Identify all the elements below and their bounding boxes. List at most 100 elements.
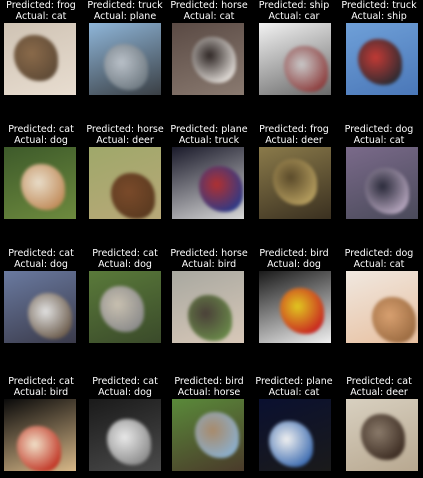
image-subject: [280, 288, 324, 334]
sample-cell: Predicted: cat Actual: dog: [0, 124, 82, 219]
sample-image: [4, 271, 76, 343]
sample-image: [4, 399, 76, 471]
image-subject: [372, 297, 416, 343]
actual-label: Actual: deer: [265, 135, 323, 146]
predicted-label: Predicted: horse: [170, 0, 248, 11]
image-subject: [104, 44, 148, 90]
predicted-label: Predicted: cat: [8, 124, 74, 135]
sample-cell: Predicted: dog Actual: cat: [338, 248, 420, 343]
actual-label: Actual: deer: [350, 387, 408, 398]
sample-image: [346, 271, 418, 343]
image-subject: [273, 159, 317, 205]
sample-cell: Predicted: frog Actual: cat: [0, 0, 82, 95]
sample-image: [346, 23, 418, 95]
predicted-label: Predicted: frog: [6, 0, 76, 11]
sample-image: [172, 147, 244, 219]
image-subject: [111, 173, 155, 219]
image-subject: [284, 46, 328, 92]
sample-image: [89, 271, 161, 343]
image-subject: [192, 37, 236, 83]
sample-cell: Predicted: frog Actual: deer: [253, 124, 335, 219]
sample-cell: Predicted: horse Actual: cat: [168, 0, 250, 95]
sample-image: [89, 399, 161, 471]
predicted-label: Predicted: cat: [8, 248, 74, 259]
predicted-label: Predicted: plane: [255, 376, 333, 387]
sample-image: [89, 147, 161, 219]
predicted-label: Predicted: cat: [92, 376, 158, 387]
sample-image: [172, 271, 244, 343]
sample-cell: Predicted: cat Actual: dog: [84, 248, 166, 343]
sample-cell: Predicted: truck Actual: plane: [84, 0, 166, 95]
actual-label: Actual: bird: [13, 387, 69, 398]
sample-cell: Predicted: plane Actual: truck: [168, 124, 250, 219]
actual-label: Actual: truck: [178, 135, 240, 146]
actual-label: Actual: plane: [93, 11, 157, 22]
predicted-label: Predicted: ship: [258, 0, 330, 11]
actual-label: Actual: horse: [177, 387, 241, 398]
actual-label: Actual: cat: [268, 387, 320, 398]
predicted-label: Predicted: cat: [346, 376, 412, 387]
sample-image: [89, 23, 161, 95]
predicted-label: Predicted: dog: [344, 124, 414, 135]
sample-cell: Predicted: cat Actual: dog: [0, 248, 82, 343]
sample-image: [346, 147, 418, 219]
predicted-label: Predicted: dog: [344, 248, 414, 259]
predicted-label: Predicted: bird: [174, 376, 244, 387]
predicted-label: Predicted: truck: [87, 0, 163, 11]
sample-image: [259, 399, 331, 471]
image-subject: [14, 35, 58, 81]
actual-label: Actual: dog: [14, 259, 68, 270]
sample-cell: Predicted: cat Actual: dog: [84, 376, 166, 471]
predicted-label: Predicted: horse: [170, 248, 248, 259]
actual-label: Actual: car: [268, 11, 320, 22]
predicted-label: Predicted: bird: [259, 248, 329, 259]
sample-image: [172, 399, 244, 471]
prediction-grid: Predicted: frog Actual: cat Predicted: tru…: [0, 0, 423, 478]
image-subject: [358, 39, 402, 85]
image-subject: [269, 421, 313, 467]
sample-cell: Predicted: cat Actual: deer: [338, 376, 420, 471]
actual-label: Actual: dog: [98, 387, 152, 398]
predicted-label: Predicted: frog: [259, 124, 329, 135]
image-subject: [107, 419, 151, 465]
predicted-label: Predicted: plane: [170, 124, 248, 135]
sample-image: [259, 147, 331, 219]
image-subject: [195, 412, 239, 458]
actual-label: Actual: deer: [96, 135, 154, 146]
image-subject: [365, 168, 409, 214]
sample-cell: Predicted: cat Actual: bird: [0, 376, 82, 471]
actual-label: Actual: dog: [267, 259, 321, 270]
actual-label: Actual: cat: [353, 135, 405, 146]
sample-image: [259, 271, 331, 343]
sample-image: [346, 399, 418, 471]
image-subject: [100, 286, 144, 332]
actual-label: Actual: cat: [353, 259, 405, 270]
predicted-label: Predicted: truck: [341, 0, 417, 11]
sample-cell: Predicted: bird Actual: horse: [168, 376, 250, 471]
sample-cell: Predicted: horse Actual: deer: [84, 124, 166, 219]
image-subject: [21, 164, 65, 210]
actual-label: Actual: dog: [14, 135, 68, 146]
image-subject: [28, 293, 72, 339]
predicted-label: Predicted: cat: [8, 376, 74, 387]
image-subject: [361, 414, 405, 460]
predicted-label: Predicted: cat: [92, 248, 158, 259]
sample-cell: Predicted: truck Actual: ship: [338, 0, 420, 95]
actual-label: Actual: bird: [181, 259, 237, 270]
predicted-label: Predicted: horse: [86, 124, 164, 135]
actual-label: Actual: cat: [183, 11, 235, 22]
actual-label: Actual: dog: [98, 259, 152, 270]
sample-cell: Predicted: ship Actual: car: [253, 0, 335, 95]
actual-label: Actual: ship: [351, 11, 407, 22]
image-subject: [199, 166, 243, 212]
sample-cell: Predicted: bird Actual: dog: [253, 248, 335, 343]
sample-cell: Predicted: horse Actual: bird: [168, 248, 250, 343]
sample-cell: Predicted: plane Actual: cat: [253, 376, 335, 471]
sample-image: [172, 23, 244, 95]
image-subject: [188, 295, 232, 341]
image-subject: [17, 426, 61, 471]
actual-label: Actual: cat: [15, 11, 67, 22]
sample-image: [4, 23, 76, 95]
sample-cell: Predicted: dog Actual: cat: [338, 124, 420, 219]
sample-image: [259, 23, 331, 95]
